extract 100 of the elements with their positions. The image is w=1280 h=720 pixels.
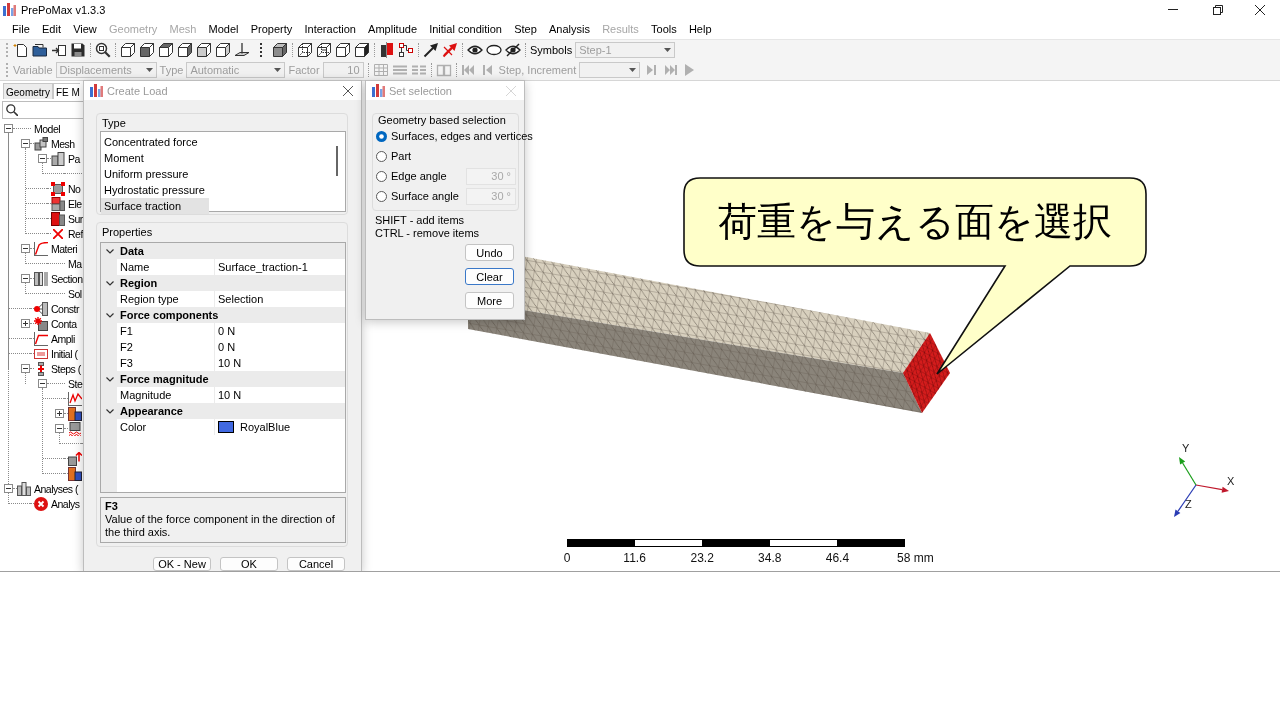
dialog-button[interactable]: OK - New [153, 557, 211, 571]
crossed-eye-icon[interactable] [505, 42, 521, 58]
property-value[interactable]: Surface_traction-1 [218, 259, 308, 275]
crossed-arrow-icon[interactable] [442, 42, 458, 58]
zoom-icon[interactable] [95, 42, 111, 58]
menu-item[interactable]: Help [682, 22, 718, 36]
collapse-icon[interactable] [21, 274, 30, 283]
wireframe-cube-icon[interactable] [297, 42, 313, 58]
cube-view-icon[interactable] [354, 42, 370, 58]
tree-item[interactable]: Ele [68, 197, 82, 210]
dialog-button[interactable]: Clear [465, 268, 514, 285]
collapse-icon[interactable] [21, 139, 30, 148]
search-field[interactable] [2, 101, 83, 119]
tree-item[interactable]: Pa [68, 152, 80, 165]
property-value[interactable]: 10 N [218, 387, 242, 403]
cube-view-icon[interactable] [139, 42, 155, 58]
tree-item[interactable]: Sur [68, 212, 83, 225]
menu-item[interactable]: Interaction [298, 22, 362, 36]
menu-item[interactable]: Step [508, 22, 543, 36]
close-icon[interactable] [1255, 4, 1265, 15]
panel-tab[interactable]: Geometry [3, 83, 53, 99]
tree-item[interactable]: Ma [68, 257, 82, 270]
tree-item[interactable]: Initial ( [51, 347, 78, 360]
cube-view-icon[interactable] [196, 42, 212, 58]
shaded-cube-icon[interactable] [272, 42, 288, 58]
tree-item[interactable]: Ref [68, 227, 83, 240]
menu-item[interactable]: Tools [644, 22, 683, 36]
dialog-button[interactable]: OK [220, 557, 278, 571]
collapse-icon[interactable] [38, 379, 47, 388]
dialog-button[interactable]: More [465, 292, 514, 309]
list-item[interactable]: Surface traction [101, 198, 209, 214]
chevron-icon[interactable] [106, 376, 114, 382]
collapse-icon[interactable] [4, 484, 13, 493]
menu-item[interactable]: Model [202, 22, 245, 36]
tree-item[interactable]: Sol [68, 287, 82, 300]
dialog-button[interactable]: Undo [465, 244, 514, 261]
collapse-icon[interactable] [4, 124, 13, 133]
list-item[interactable]: Uniform pressure [101, 166, 209, 182]
tree-item[interactable]: Steps ( [51, 362, 81, 375]
radio-button[interactable] [376, 190, 387, 202]
menu-item[interactable]: Amplitude [362, 22, 424, 36]
section-cut-icon[interactable] [379, 42, 395, 58]
tree-item[interactable]: No [68, 182, 81, 195]
menu-item[interactable]: Property [244, 22, 299, 36]
tree-item[interactable]: Constr [51, 302, 79, 315]
list-item[interactable]: Moment [101, 150, 209, 166]
tree-item[interactable]: Analys [51, 497, 80, 510]
list-item[interactable]: Hydrostatic pressure [101, 182, 209, 198]
collapse-icon[interactable] [55, 424, 64, 433]
new-file-icon[interactable] [13, 42, 29, 58]
radio-label[interactable]: Edge angle [391, 170, 447, 182]
collapse-icon[interactable] [21, 244, 30, 253]
plane-axis-icon[interactable] [234, 42, 250, 58]
property-value[interactable]: 0 N [218, 323, 236, 339]
property-value[interactable]: 10 N [218, 355, 242, 371]
radio-button[interactable] [376, 170, 387, 182]
collapse-icon[interactable] [38, 154, 47, 163]
minimize-icon[interactable] [1167, 9, 1178, 10]
chevron-icon[interactable] [106, 312, 114, 318]
expand-icon[interactable] [21, 319, 30, 328]
wireframe-cube-icon[interactable] [335, 42, 351, 58]
menu-item[interactable]: Edit [35, 22, 68, 36]
folder-icon[interactable] [32, 42, 48, 58]
chevron-icon[interactable] [106, 248, 114, 254]
collapse-icon[interactable] [21, 364, 30, 373]
property-value[interactable]: Selection [218, 291, 264, 307]
cube-view-icon[interactable] [215, 42, 231, 58]
close-icon[interactable] [343, 85, 353, 96]
radio-label[interactable]: Surfaces, edges and vertices [391, 130, 533, 142]
scrollbar[interactable] [336, 146, 338, 176]
wireframe-cube-icon[interactable] [316, 42, 332, 58]
menu-item[interactable]: View [67, 22, 103, 36]
tree-item[interactable]: Materi [51, 242, 78, 255]
restore-icon[interactable] [1212, 4, 1223, 15]
radio-button[interactable] [376, 130, 387, 142]
node-graph-icon[interactable] [398, 42, 414, 58]
list-item[interactable]: Concentrated force [101, 134, 209, 150]
tree-item[interactable]: Section [51, 272, 83, 285]
cube-view-icon[interactable] [120, 42, 136, 58]
menu-item[interactable]: File [6, 22, 36, 36]
tree-item[interactable]: Conta [51, 317, 77, 330]
cube-view-icon[interactable] [158, 42, 174, 58]
pick-arrow-icon[interactable] [423, 42, 439, 58]
menu-item[interactable]: Analysis [542, 22, 597, 36]
property-value[interactable]: 0 N [218, 339, 236, 355]
tree-item[interactable]: Ste [68, 377, 83, 390]
import-icon[interactable] [51, 42, 67, 58]
expand-icon[interactable] [55, 409, 64, 418]
property-value[interactable]: RoyalBlue [240, 419, 291, 435]
tree-item[interactable]: Model [34, 122, 61, 135]
dialog-button[interactable]: Cancel [287, 557, 345, 571]
save-icon[interactable] [70, 42, 86, 58]
panel-tab[interactable]: FE M [52, 83, 80, 99]
oval-icon[interactable] [486, 42, 502, 58]
radio-label[interactable]: Surface angle [391, 190, 459, 202]
cube-view-icon[interactable] [177, 42, 193, 58]
chevron-icon[interactable] [106, 280, 114, 286]
tree-item[interactable]: Analyses ( [34, 482, 79, 495]
radio-button[interactable] [376, 150, 387, 162]
chevron-icon[interactable] [106, 408, 114, 414]
